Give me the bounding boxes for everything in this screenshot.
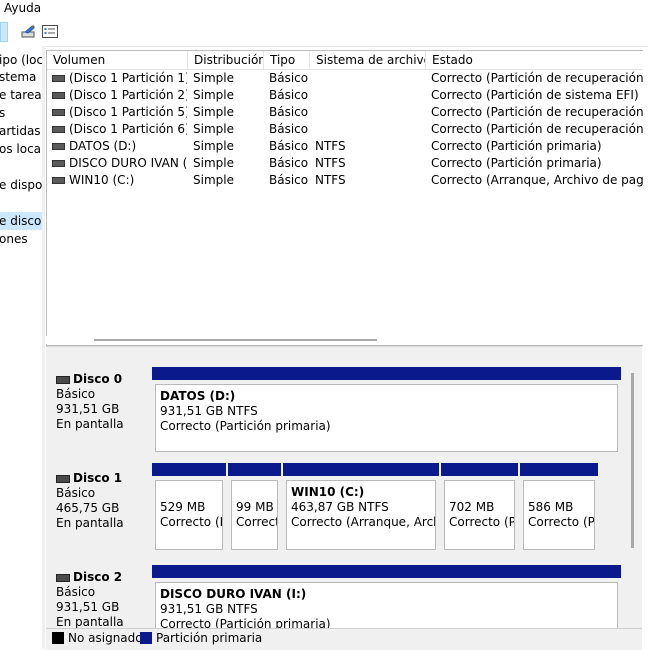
- volume-icon: [52, 108, 65, 116]
- scrollbar-thumb[interactable]: [631, 373, 634, 548]
- navigation-tree: ipo (loc stema e tareas s artidas os loc…: [0, 46, 43, 649]
- column-header-volume[interactable]: Volumen: [47, 51, 188, 69]
- partition[interactable]: 702 MB Correcto (Pa: [441, 463, 518, 553]
- tree-item[interactable]: e dispo: [0, 176, 42, 194]
- toolbar: [0, 18, 648, 47]
- tree-item[interactable]: stema: [0, 68, 36, 86]
- volume-icon: [52, 142, 65, 150]
- volume-icon: [52, 176, 65, 184]
- menu-bar: Ayuda: [0, 0, 648, 18]
- disk-row: Disco 2 Básico 931,51 GB En pantalla DIS…: [46, 559, 642, 628]
- disk-partition-area: 529 MB Correcto (P 99 MB Correct WIN10 (…: [150, 460, 624, 556]
- column-header-status[interactable]: Estado: [426, 51, 643, 69]
- column-header-layout[interactable]: Distribución: [188, 51, 264, 69]
- partition[interactable]: DATOS (D:) 931,51 GB NTFS Correcto (Part…: [152, 367, 621, 455]
- partition[interactable]: 529 MB Correcto (P: [152, 463, 226, 553]
- disk-label[interactable]: Disco 2 Básico 931,51 GB En pantalla: [48, 562, 148, 628]
- volume-row[interactable]: WIN10 (C:) Simple Básico NTFS Correcto (…: [47, 172, 643, 189]
- left-pane-scrollbar[interactable]: [42, 46, 45, 649]
- disk-label[interactable]: Disco 1 Básico 465,75 GB En pantalla: [48, 463, 148, 555]
- volume-row[interactable]: (Disco 1 Partición 6) Simple Básico Corr…: [47, 121, 643, 138]
- tree-item[interactable]: e tareas: [0, 86, 42, 104]
- disk-icon: [56, 573, 70, 582]
- volume-row[interactable]: DISCO DURO IVAN (I:) Simple Básico NTFS …: [47, 155, 643, 172]
- volume-list-header: Volumen Distribución Tipo Sistema de arc…: [47, 51, 643, 70]
- primary-partition-swatch: [140, 632, 152, 644]
- volume-row[interactable]: (Disco 1 Partición 2) Simple Básico Corr…: [47, 87, 643, 104]
- disk-partition-area: DISCO DURO IVAN (I:) 931,51 GB NTFS Corr…: [150, 562, 622, 628]
- volume-icon: [52, 74, 65, 82]
- scrollbar-thumb[interactable]: [94, 339, 377, 341]
- volume-list: Volumen Distribución Tipo Sistema de arc…: [46, 50, 643, 346]
- list-view-icon[interactable]: [41, 23, 59, 41]
- legend: No asignado Partición primaria: [46, 628, 642, 650]
- tree-item[interactable]: os locale: [0, 140, 42, 158]
- disk-icon: [56, 474, 70, 483]
- tree-item[interactable]: ones: [0, 230, 28, 248]
- volume-list-horizontal-scrollbar[interactable]: [46, 336, 642, 344]
- volume-row[interactable]: (Disco 1 Partición 1) Simple Básico Corr…: [47, 70, 643, 87]
- column-header-filesystem[interactable]: Sistema de archivos: [310, 51, 426, 69]
- volume-row[interactable]: (Disco 1 Partición 5) Simple Básico Corr…: [47, 104, 643, 121]
- column-header-type[interactable]: Tipo: [264, 51, 310, 69]
- disk-view-scrollbar[interactable]: [622, 353, 642, 628]
- disk-graphical-view: Disco 0 Básico 931,51 GB En pantalla DAT…: [46, 353, 642, 628]
- properties-icon[interactable]: [20, 23, 38, 41]
- legend-unallocated: No asignado: [68, 631, 143, 645]
- tree-item[interactable]: s: [0, 104, 5, 122]
- disk-row: Disco 0 Básico 931,51 GB En pantalla DAT…: [46, 361, 642, 459]
- menu-help[interactable]: Ayuda: [4, 0, 41, 16]
- disk-label[interactable]: Disco 0 Básico 931,51 GB En pantalla: [48, 364, 148, 456]
- tree-item[interactable]: artidas: [0, 122, 41, 140]
- partition[interactable]: WIN10 (C:) 463,87 GB NTFS Correcto (Arra…: [283, 463, 439, 553]
- tree-item-selected[interactable]: e disco: [0, 212, 42, 230]
- volume-icon: [52, 159, 65, 167]
- partition[interactable]: 586 MB Correcto (Pa: [520, 463, 598, 553]
- unallocated-swatch: [52, 632, 64, 644]
- disk-icon: [56, 375, 70, 384]
- disk-partition-area: DATOS (D:) 931,51 GB NTFS Correcto (Part…: [150, 364, 622, 457]
- partition-type-bar: [152, 367, 621, 380]
- volume-icon: [52, 91, 65, 99]
- partition[interactable]: 99 MB Correct: [228, 463, 281, 553]
- volume-row[interactable]: DATOS (D:) Simple Básico NTFS Correcto (…: [47, 138, 643, 155]
- disk-row: Disco 1 Básico 465,75 GB En pantalla 529…: [46, 460, 642, 558]
- selected-toolbar-button[interactable]: [0, 22, 8, 42]
- volume-icon: [52, 125, 65, 133]
- legend-primary-partition: Partición primaria: [156, 631, 263, 645]
- tree-item[interactable]: ipo (loc: [0, 51, 42, 69]
- partition[interactable]: DISCO DURO IVAN (I:) 931,51 GB NTFS Corr…: [152, 565, 621, 628]
